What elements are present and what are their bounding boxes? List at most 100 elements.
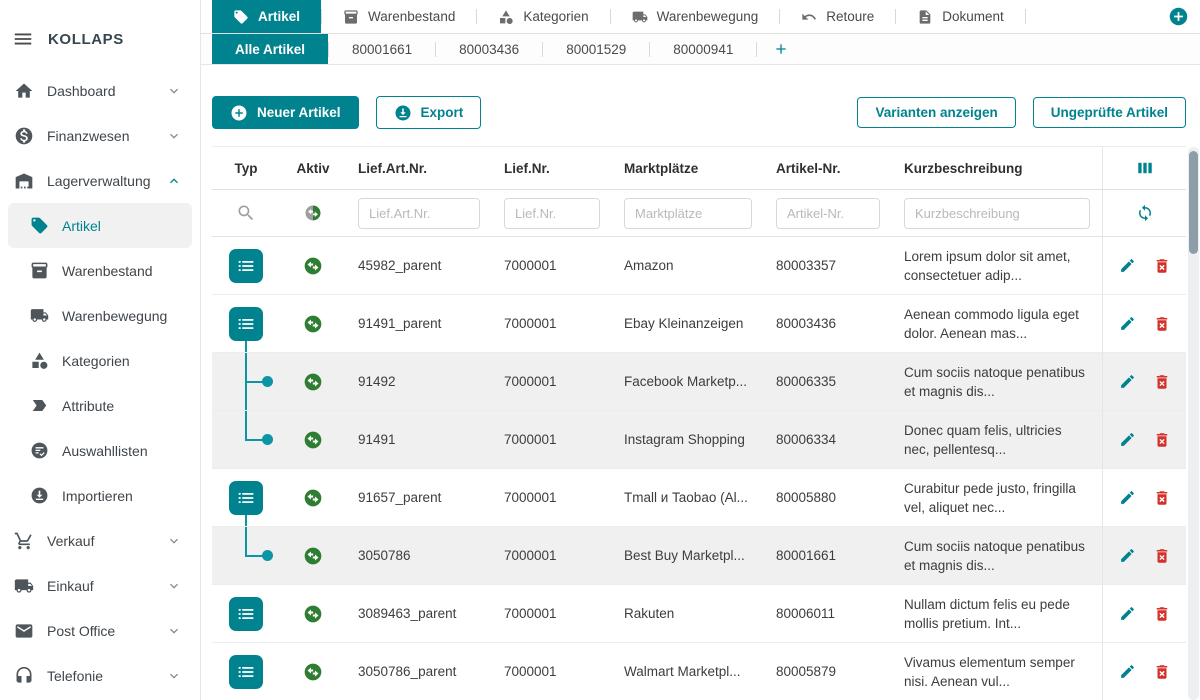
tab-label: Warenbestand xyxy=(368,9,455,24)
tab-dokument[interactable]: Dokument xyxy=(896,0,1025,33)
active-status-icon xyxy=(303,488,323,508)
tab-label: Warenbewegung xyxy=(657,9,759,24)
column-header-marktplatze: Marktplätze xyxy=(612,161,764,176)
subtab-80001529[interactable]: 80001529 xyxy=(543,34,649,64)
aktiv-filter-toggle[interactable] xyxy=(304,204,322,222)
add-subtab-button[interactable] xyxy=(757,34,805,64)
export-button[interactable]: Export xyxy=(376,96,482,129)
sidebar-item-auswahllisten[interactable]: Auswahllisten xyxy=(8,428,192,473)
article-row: 914927000001Facebook Marketp...80006335C… xyxy=(212,353,1186,411)
sidebar-item-warenbestand[interactable]: Warenbestand xyxy=(8,248,192,293)
tab-label: Dokument xyxy=(942,9,1004,24)
delete-icon xyxy=(1153,605,1171,623)
hamburger-menu-icon[interactable] xyxy=(12,28,34,50)
sidebar-item-finanzwesen[interactable]: Finanzwesen xyxy=(8,113,192,158)
delete-button[interactable] xyxy=(1153,605,1171,623)
lief-nr-cell: 7000001 xyxy=(492,316,612,331)
tab-warenbestand[interactable]: Warenbestand xyxy=(322,0,476,33)
column-header-actions xyxy=(1102,147,1186,189)
chevron-down-icon[interactable] xyxy=(166,533,182,549)
marktplatz-cell: Ebay Kleinanzeigen xyxy=(612,316,764,331)
filter-input-lief-art-nr[interactable] xyxy=(358,198,480,229)
edit-button[interactable] xyxy=(1119,315,1136,332)
chevron-down-icon[interactable] xyxy=(166,83,182,99)
sidebar-item-attribute[interactable]: Attribute xyxy=(8,383,192,428)
tab-divider xyxy=(1025,9,1026,24)
tab-warenbewegung[interactable]: Warenbewegung xyxy=(611,0,780,33)
delete-button[interactable] xyxy=(1153,315,1171,333)
add-tab-button[interactable] xyxy=(1168,6,1189,27)
chevron-down-icon[interactable] xyxy=(166,578,182,594)
sidebar-item-kategorien[interactable]: Kategorien xyxy=(8,338,192,383)
row-actions-cell xyxy=(1102,237,1186,294)
tab-artikel[interactable]: Artikel xyxy=(212,0,321,33)
delete-button[interactable] xyxy=(1153,431,1171,449)
sidebar-item-warenbewegung[interactable]: Warenbewegung xyxy=(8,293,192,338)
lief-art-nr-filter-cell xyxy=(346,198,492,229)
table-filter-row xyxy=(212,190,1186,237)
scrollbar-thumb[interactable] xyxy=(1189,151,1198,254)
scrollbar[interactable] xyxy=(1188,147,1199,700)
sidebar-item-post-office[interactable]: Post Office xyxy=(8,608,192,653)
article-row: 30507867000001Best Buy Marketpl...800016… xyxy=(212,527,1186,585)
delete-icon xyxy=(1153,489,1171,507)
edit-button[interactable] xyxy=(1119,373,1136,390)
new-article-button[interactable]: Neuer Artikel xyxy=(212,96,359,129)
tree-line xyxy=(245,527,247,556)
edit-button[interactable] xyxy=(1119,489,1136,506)
column-header-artikel-nr: Artikel-Nr. xyxy=(764,161,892,176)
sidebar-item-verkauf[interactable]: Verkauf xyxy=(8,518,192,563)
edit-button[interactable] xyxy=(1119,431,1136,448)
edit-button[interactable] xyxy=(1119,663,1136,680)
refresh-button[interactable] xyxy=(1136,204,1154,222)
sidebar-item-label: Kategorien xyxy=(62,353,130,369)
sidebar-item-telefonie[interactable]: Telefonie xyxy=(8,653,192,698)
delete-button[interactable] xyxy=(1153,257,1171,275)
filter-input-artikel-nr[interactable] xyxy=(776,198,880,229)
tab-kategorien[interactable]: Kategorien xyxy=(477,0,609,33)
delete-button[interactable] xyxy=(1153,663,1171,681)
subtab-80000941[interactable]: 80000941 xyxy=(650,34,756,64)
filter-input-marktplatze[interactable] xyxy=(624,198,752,229)
sidebar-item-einkauf[interactable]: Einkauf xyxy=(8,563,192,608)
artikel-nr-cell: 80005879 xyxy=(764,664,892,679)
subtab-80001661[interactable]: 80001661 xyxy=(329,34,435,64)
delete-icon xyxy=(1153,315,1171,333)
inventory-icon xyxy=(30,261,49,280)
chevron-down-icon[interactable] xyxy=(166,623,182,639)
variant-list-button[interactable] xyxy=(229,249,263,283)
variant-list-button[interactable] xyxy=(229,307,263,341)
variant-list-button[interactable] xyxy=(229,597,263,631)
app: KOLLAPS DashboardFinanzwesenLagerverwalt… xyxy=(0,0,1200,700)
unverified-articles-button[interactable]: Ungeprüfte Artikel xyxy=(1033,97,1186,128)
sidebar-item-label: Post Office xyxy=(47,623,115,639)
column-settings-button[interactable] xyxy=(1136,159,1154,177)
sidebar-nav: DashboardFinanzwesenLagerverwaltungArtik… xyxy=(0,68,200,698)
marktplatz-cell: Walmart Marketpl... xyxy=(612,664,764,679)
subtab-alle-artikel[interactable]: Alle Artikel xyxy=(212,34,328,64)
delete-button[interactable] xyxy=(1153,373,1171,391)
filter-input-lief-nr[interactable] xyxy=(504,198,600,229)
variant-list-button[interactable] xyxy=(229,655,263,689)
sidebar-item-dashboard[interactable]: Dashboard xyxy=(8,68,192,113)
active-filter-icon xyxy=(304,204,322,222)
variant-list-button[interactable] xyxy=(229,481,263,515)
edit-button[interactable] xyxy=(1119,547,1136,564)
chevron-down-icon[interactable] xyxy=(166,668,182,684)
sidebar-item-lagerverwaltung[interactable]: Lagerverwaltung xyxy=(8,158,192,203)
chevron-down-icon[interactable] xyxy=(166,128,182,144)
edit-button[interactable] xyxy=(1119,605,1136,622)
sidebar-item-importieren[interactable]: Importieren xyxy=(8,473,192,518)
tab-retoure[interactable]: Retoure xyxy=(780,0,895,33)
chevron-up-icon[interactable] xyxy=(166,173,182,189)
show-variants-button[interactable]: Varianten anzeigen xyxy=(857,97,1015,128)
articles-table: TypAktivLief.Art.Nr.Lief.Nr.MarktplätzeA… xyxy=(212,146,1186,700)
marktplatz-cell: Facebook Marketp... xyxy=(612,374,764,389)
home-icon xyxy=(14,81,34,101)
filter-input-kurzbeschreibung[interactable] xyxy=(904,198,1090,229)
sidebar-item-artikel[interactable]: Artikel xyxy=(8,203,192,248)
delete-button[interactable] xyxy=(1153,547,1171,565)
delete-button[interactable] xyxy=(1153,489,1171,507)
subtab-80003436[interactable]: 80003436 xyxy=(436,34,542,64)
edit-button[interactable] xyxy=(1119,257,1136,274)
